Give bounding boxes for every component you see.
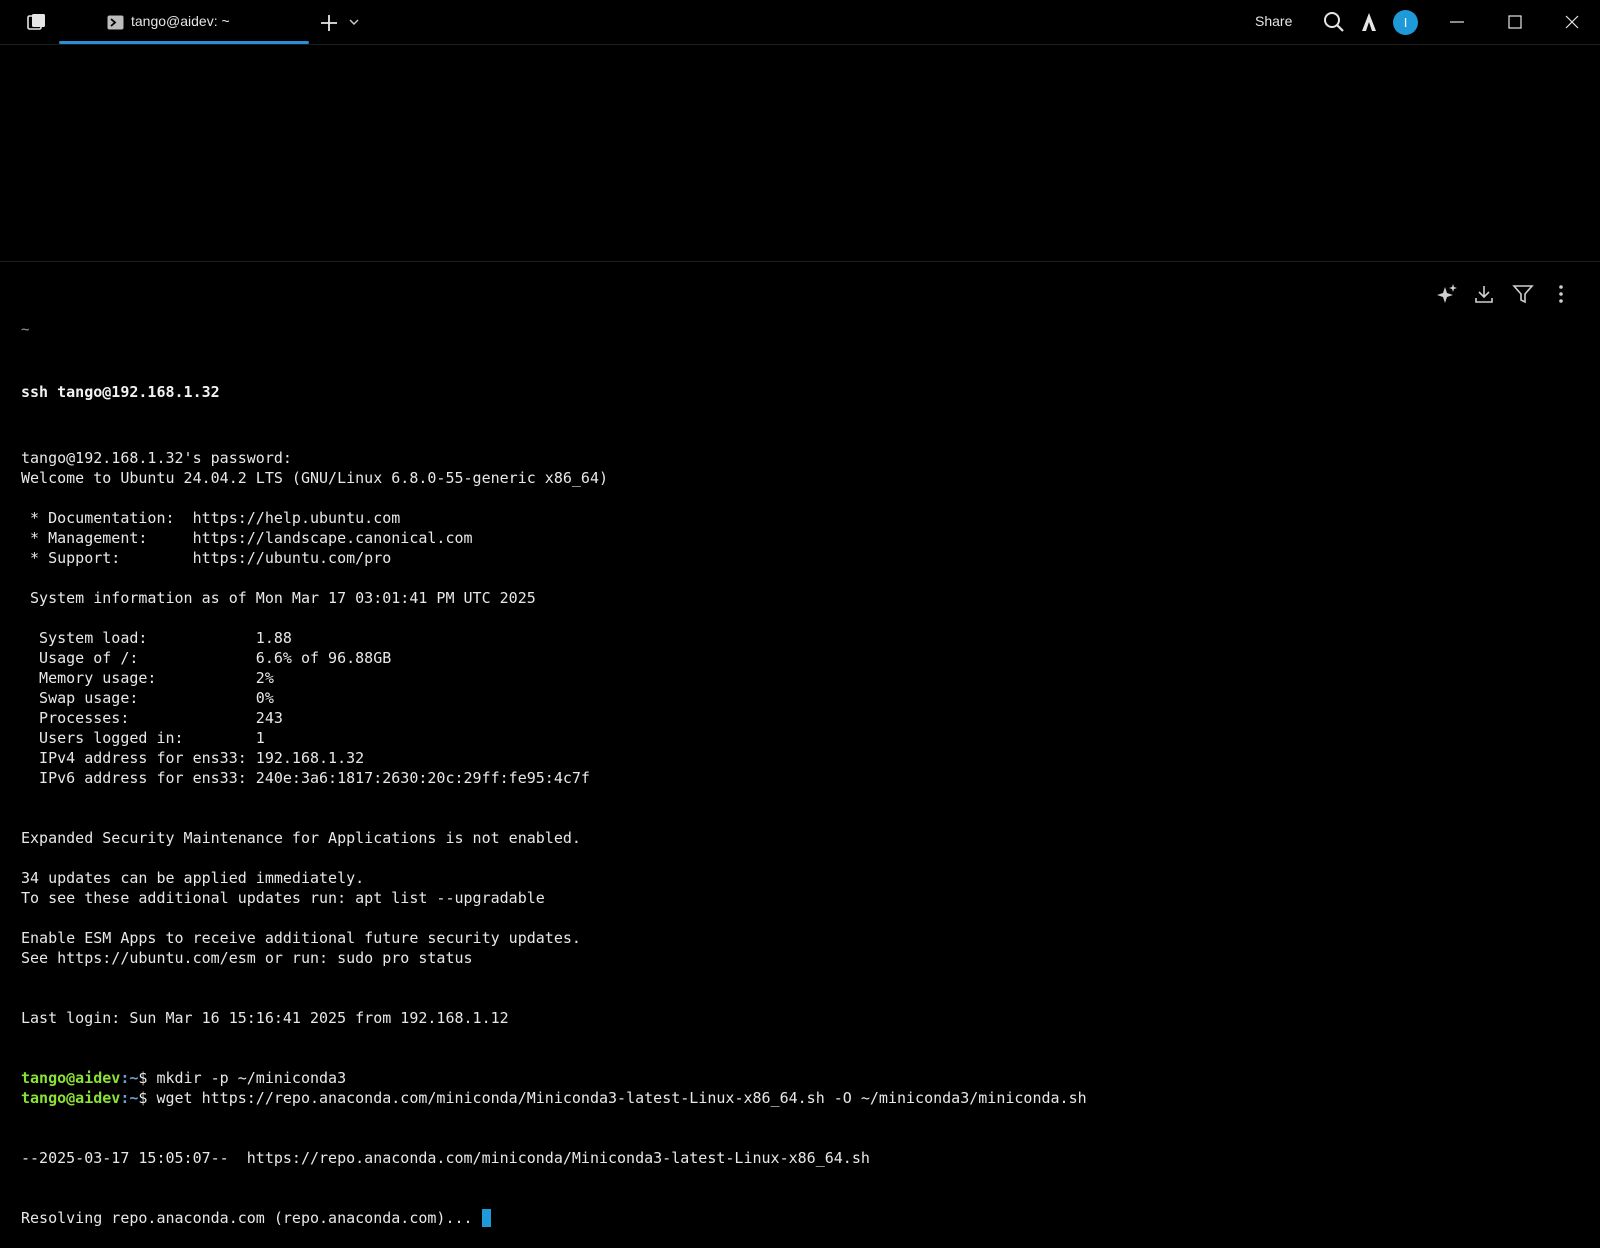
prompt-symbol: $ — [138, 1089, 157, 1107]
wget-line-2: Resolving repo.anaconda.com (repo.anacon… — [21, 1208, 1580, 1228]
minimize-icon[interactable] — [1446, 11, 1468, 33]
tab-terminal[interactable]: tango@aidev: ~ — [59, 0, 309, 44]
close-icon[interactable] — [1561, 11, 1583, 33]
output-line: Usage of /: 6.6% of 96.88GB — [21, 649, 392, 667]
prompt-history: tango@aidev:~$ mkdir -p ~/miniconda3 tang… — [21, 1068, 1580, 1108]
output-line: To see these additional updates run: apt… — [21, 889, 545, 907]
warp-ai-icon[interactable] — [1358, 11, 1380, 33]
tab-title: tango@aidev: ~ — [131, 13, 230, 29]
warp-logo-icon[interactable] — [26, 13, 46, 31]
output-line: 34 updates can be applied immediately. — [21, 869, 365, 887]
output-line: See https://ubuntu.com/esm or run: sudo … — [21, 949, 473, 967]
output-line: * Management: https://landscape.canonica… — [21, 529, 473, 547]
search-icon[interactable] — [1323, 11, 1345, 33]
output-line: Processes: 243 — [21, 709, 283, 727]
wget-line-1: --2025-03-17 15:05:07-- https://repo.ana… — [21, 1149, 870, 1167]
block-command: ssh tango@192.168.1.32 — [21, 383, 220, 401]
output-line: System information as of Mon Mar 17 03:0… — [21, 589, 536, 607]
maximize-icon[interactable] — [1504, 11, 1526, 33]
output-line: Memory usage: 2% — [21, 669, 274, 687]
title-bar: tango@aidev: ~ Share I — [0, 0, 1600, 45]
chevron-down-icon[interactable] — [347, 15, 361, 29]
terminal-block[interactable]: ~ ssh tango@192.168.1.32 tango@192.168.1… — [21, 280, 1580, 1248]
output-line: tango@192.168.1.32's password: — [21, 449, 292, 467]
terminal-icon — [107, 15, 124, 30]
output-line: System load: 1.88 — [21, 629, 292, 647]
output-line: * Support: https://ubuntu.com/pro — [21, 549, 392, 567]
empty-pane[interactable] — [0, 45, 1600, 262]
prompt-path: :~ — [120, 1069, 139, 1087]
prompt-user: tango@aidev — [21, 1069, 121, 1087]
output-line: Welcome to Ubuntu 24.04.2 LTS (GNU/Linux… — [21, 469, 608, 487]
active-tab-indicator — [59, 41, 309, 44]
prompt-user: tango@aidev — [21, 1089, 121, 1107]
output-line: Last login: Sun Mar 16 15:16:41 2025 fro… — [21, 1009, 509, 1027]
output-line: * Documentation: https://help.ubuntu.com — [21, 509, 401, 527]
output-line: IPv4 address for ens33: 192.168.1.32 — [21, 749, 365, 767]
command-output: tango@192.168.1.32's password: Welcome to… — [21, 448, 1580, 1028]
output-line: Expanded Security Maintenance for Applic… — [21, 829, 581, 847]
prompt-line: tango@aidev:~$ wget https://repo.anacond… — [21, 1088, 1580, 1108]
output-line: Swap usage: 0% — [21, 689, 274, 707]
prompt-line: tango@aidev:~$ mkdir -p ~/miniconda3 — [21, 1068, 1580, 1088]
avatar[interactable]: I — [1393, 10, 1418, 35]
block-directory: ~ — [21, 322, 30, 338]
prompt-symbol: $ — [138, 1069, 157, 1087]
prompt-command: mkdir -p ~/miniconda3 — [156, 1069, 347, 1087]
share-button[interactable]: Share — [1255, 13, 1292, 29]
prompt-path: :~ — [120, 1089, 139, 1107]
text-cursor — [481, 1209, 491, 1227]
output-line: IPv6 address for ens33: 240e:3a6:1817:26… — [21, 769, 590, 787]
wget-resolving-text: Resolving repo.anaconda.com (repo.anacon… — [21, 1209, 482, 1227]
output-line: Users logged in: 1 — [21, 729, 265, 747]
output-line: Enable ESM Apps to receive additional fu… — [21, 929, 581, 947]
plus-icon[interactable] — [318, 12, 340, 34]
prompt-command: wget https://repo.anaconda.com/miniconda… — [156, 1089, 1087, 1107]
